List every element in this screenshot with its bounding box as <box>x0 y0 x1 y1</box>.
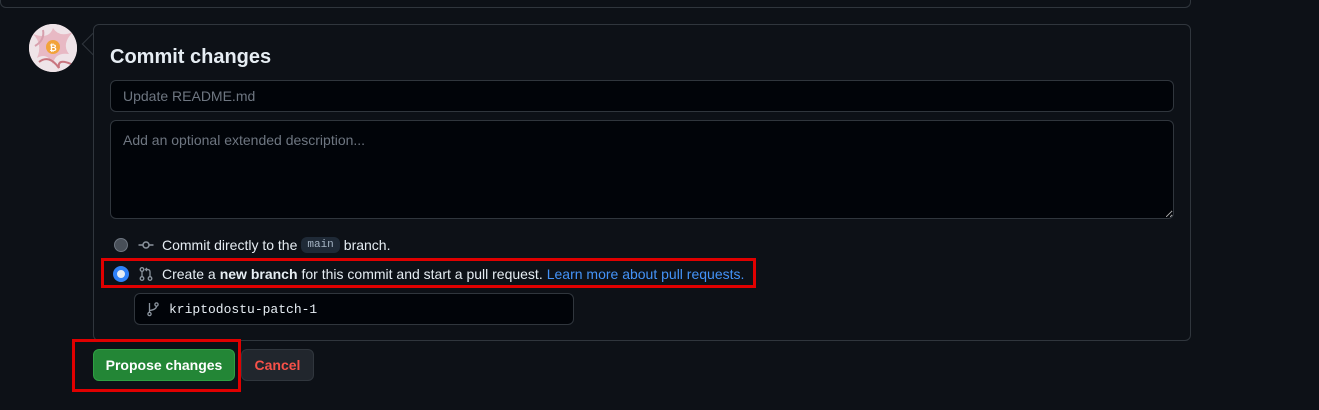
commit-direct-suffix: branch. <box>343 237 391 253</box>
svg-text:₿: ₿ <box>49 43 56 54</box>
commit-description-input[interactable] <box>110 120 1174 219</box>
commit-direct-option[interactable]: Commit directly to the main branch. <box>114 233 390 257</box>
commit-direct-text: Commit directly to the <box>162 237 298 253</box>
git-commit-icon <box>138 237 154 253</box>
propose-changes-button[interactable]: Propose changes <box>93 349 235 381</box>
branch-name-input[interactable] <box>169 301 569 317</box>
branch-name-chip: main <box>301 237 340 253</box>
cancel-button[interactable]: Cancel <box>241 349 314 381</box>
new-branch-radio[interactable] <box>114 267 128 281</box>
previous-section-box <box>0 0 1191 8</box>
new-branch-option[interactable]: Create a new branch for this commit and … <box>114 262 744 286</box>
pull-requests-help-link[interactable]: Learn more about pull requests. <box>547 266 745 282</box>
user-avatar[interactable]: ₿ <box>29 24 77 72</box>
commit-changes-panel: Commit changes Commit directly to the ma… <box>93 24 1191 341</box>
commit-summary-input[interactable] <box>110 80 1174 112</box>
new-branch-text-prefix: Create a <box>162 266 216 282</box>
git-branch-icon <box>145 301 161 317</box>
git-pull-request-icon <box>138 266 154 282</box>
branch-name-field[interactable] <box>134 293 574 325</box>
avatar-image: ₿ <box>29 24 77 72</box>
new-branch-text-suffix: for this commit and start a pull request… <box>301 266 543 282</box>
commit-changes-title: Commit changes <box>110 46 272 68</box>
commit-direct-radio[interactable] <box>114 238 128 252</box>
new-branch-bold: new branch <box>219 266 298 282</box>
